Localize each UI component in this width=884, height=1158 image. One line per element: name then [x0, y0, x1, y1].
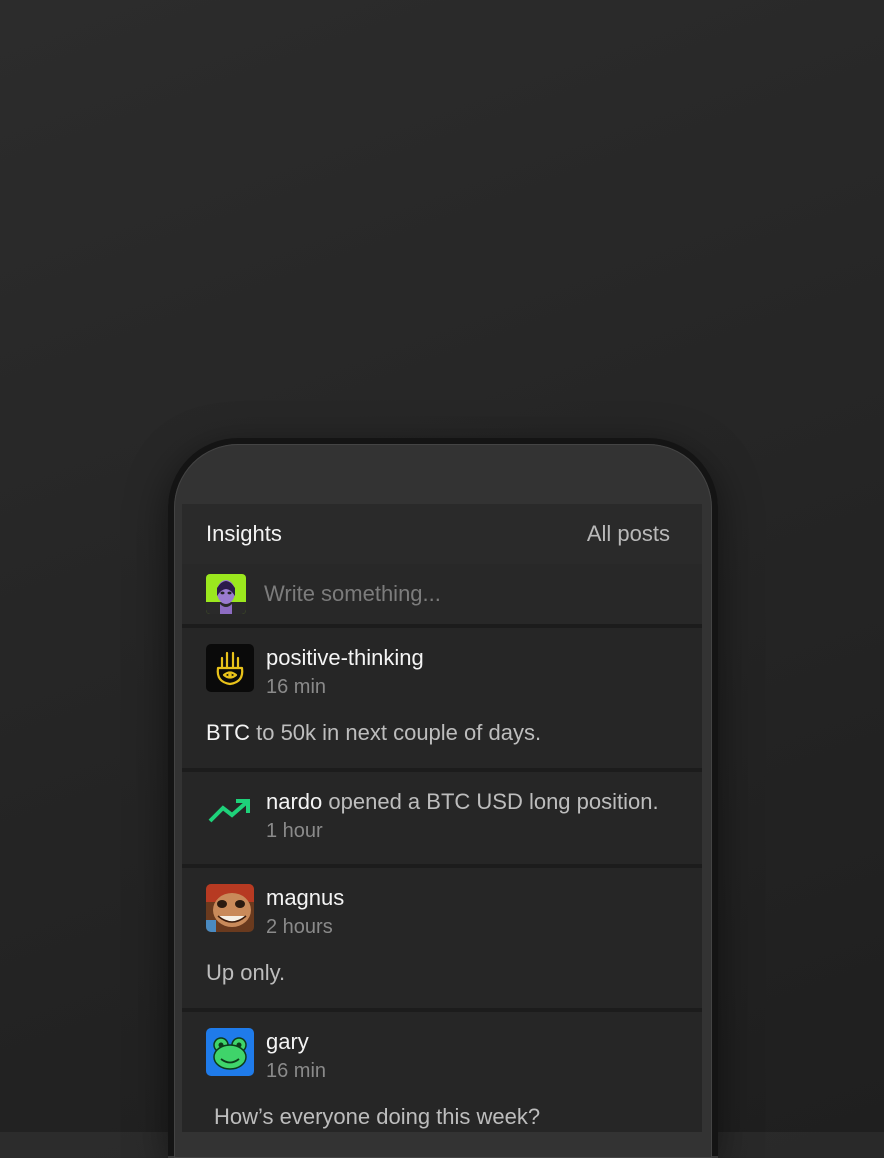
avatar: [206, 574, 246, 614]
frog-icon: [206, 1028, 254, 1076]
timestamp: 16 min: [266, 676, 327, 698]
timestamp: 16 min: [266, 1060, 327, 1082]
author-name[interactable]: nardo: [266, 789, 322, 814]
post-body: to 50k in next couple of days.: [250, 720, 542, 745]
feed-header: Insights All posts: [182, 504, 702, 564]
author-name[interactable]: positive-thinking: [266, 644, 424, 672]
activity-card: nardo opened a BTC USD long position. 1 …: [182, 772, 702, 868]
post-body: Up only.: [206, 960, 286, 985]
post-card: gary 16 min How’s everyone doing this we…: [182, 1012, 702, 1132]
compose-input[interactable]: [262, 580, 646, 608]
post-body: How’s everyone doing this week?: [214, 1104, 541, 1129]
post-card: magnus 2 hours Up only.: [182, 868, 702, 1012]
insights-feed: Insights All posts Write something... po…: [182, 504, 702, 1132]
avatar: [206, 1028, 254, 1076]
trending-up-icon: [206, 788, 254, 836]
post-text: BTC to 50k in next couple of days.: [206, 720, 678, 768]
page-title: Insights: [206, 521, 282, 546]
avatar: [206, 644, 254, 692]
timestamp: 2 hours: [266, 916, 333, 938]
compose-bar: [182, 564, 702, 628]
activity-text: opened a BTC USD long position.: [322, 789, 659, 814]
author-name[interactable]: magnus: [266, 884, 344, 912]
timestamp: 1 hour: [266, 820, 323, 842]
hamsa-icon: [206, 644, 254, 692]
avatar: [206, 884, 254, 932]
post-card: positive-thinking 16 min BTC to 50k in n…: [182, 628, 702, 772]
all-posts-link[interactable]: All posts: [587, 521, 670, 547]
author-name[interactable]: gary: [266, 1028, 326, 1056]
ticker-tag[interactable]: BTC: [206, 720, 250, 745]
